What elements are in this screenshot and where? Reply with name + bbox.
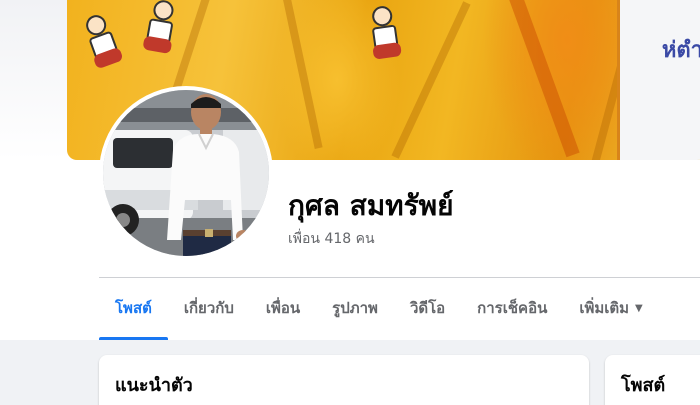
tab-friends[interactable]: เพื่อน — [250, 278, 316, 338]
avatar-photo — [103, 90, 269, 256]
tab-more[interactable]: เพิ่มเติม ▼ — [563, 278, 658, 338]
tab-posts[interactable]: โพสต์ — [99, 278, 168, 340]
cover-doll-pattern — [137, 0, 183, 63]
profile-avatar[interactable] — [99, 86, 273, 260]
tab-label: การเช็คอิน — [477, 299, 548, 317]
posts-card: โพสต์ — [605, 355, 700, 405]
intro-card: แนะนำตัว — [99, 355, 589, 405]
tab-about[interactable]: เกี่ยวกับ — [168, 278, 250, 338]
profile-tabs: โพสต์ เกี่ยวกับ เพื่อน รูปภาพ วิดีโอ การ… — [99, 278, 659, 340]
caret-down-icon: ▼ — [635, 302, 643, 314]
profile-header: ห่ตำ กุศล สมทรัพย์ เพื่อน 418 คน โพสต์ เ… — [0, 0, 700, 340]
tab-checkins[interactable]: การเช็คอิน — [461, 278, 563, 338]
intro-card-title: แนะนำตัว — [115, 375, 193, 396]
cover-sign: ห่ตำ — [617, 0, 700, 160]
cover-sign-text: ห่ตำ — [661, 38, 700, 63]
cover-fabric-fold — [279, 0, 323, 149]
header-left-strip — [0, 0, 67, 160]
tab-label: โพสต์ — [115, 299, 152, 317]
tab-videos[interactable]: วิดีโอ — [394, 278, 461, 338]
profile-name[interactable]: กุศล สมทรัพย์ — [288, 184, 454, 228]
tab-label: เพื่อน — [265, 299, 301, 317]
cover-doll-pattern — [363, 4, 407, 68]
friend-count[interactable]: เพื่อน 418 คน — [288, 228, 375, 250]
cover-fabric-fold — [508, 0, 580, 158]
cover-fabric-fold — [391, 1, 471, 159]
cover-doll-pattern — [76, 10, 130, 79]
tab-photos[interactable]: รูปภาพ — [316, 278, 394, 338]
tab-label: เกี่ยวกับ — [183, 299, 234, 317]
tab-label: วิดีโอ — [409, 299, 446, 317]
tab-label: รูปภาพ — [332, 299, 378, 317]
tab-label: เพิ่มเติม — [579, 299, 630, 317]
posts-card-title: โพสต์ — [621, 375, 666, 396]
